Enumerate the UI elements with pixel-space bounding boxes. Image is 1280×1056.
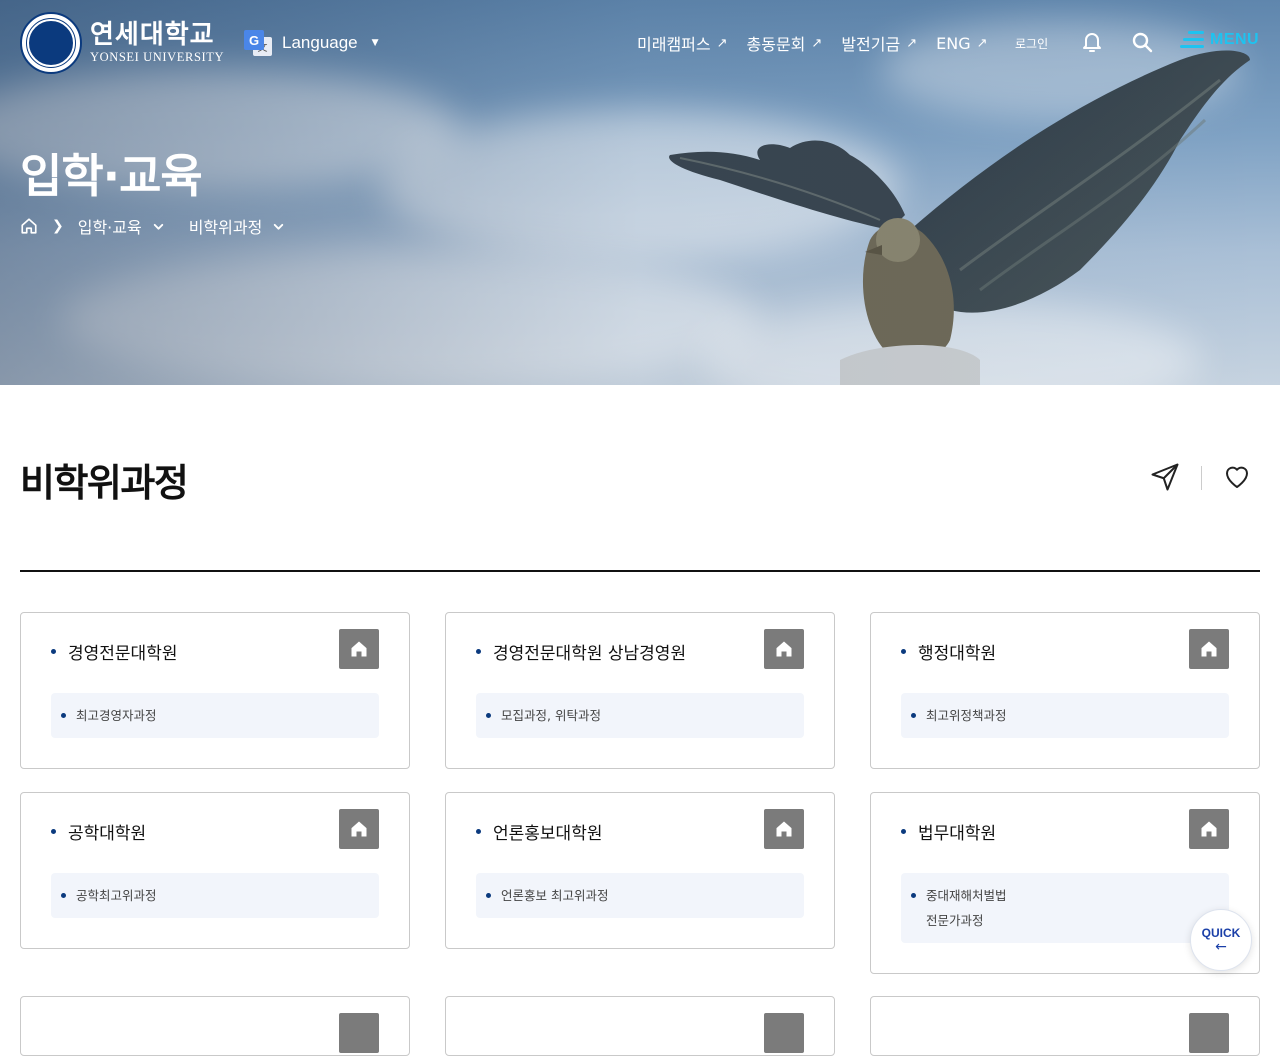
program-card-partial xyxy=(20,996,410,1056)
card-sublist: 언론홍보 최고위과정 xyxy=(476,873,804,918)
card-subitem-link[interactable]: 최고경영자과정 xyxy=(76,703,379,728)
card-title: 행정대학원 xyxy=(918,644,997,664)
card-title: 공학대학원 xyxy=(68,824,147,844)
login-link[interactable]: 로그인 xyxy=(1015,35,1048,52)
language-selector[interactable]: 文 G Language ▼ xyxy=(244,30,379,56)
card-subitem-link[interactable]: 언론홍보 최고위과정 xyxy=(501,883,804,908)
menu-button[interactable]: MENU xyxy=(1180,30,1259,50)
nav-link-english[interactable]: ENG ↗ xyxy=(936,34,987,53)
bullet-dot xyxy=(51,649,56,654)
home-icon xyxy=(351,821,367,837)
card-title: 경영전문대학원 상남경영원 xyxy=(493,644,687,664)
card-home-button[interactable] xyxy=(764,629,804,669)
home-icon xyxy=(776,641,792,657)
home-icon xyxy=(351,641,367,657)
bullet-dot xyxy=(901,829,906,834)
nav-link-future-campus[interactable]: 미래캠퍼스 ↗ xyxy=(637,31,728,55)
top-navigation: 미래캠퍼스 ↗ 총동문회 ↗ 발전기금 ↗ ENG ↗ xyxy=(637,31,1007,55)
heart-favorite-icon[interactable] xyxy=(1222,462,1252,492)
section-rule xyxy=(20,570,1260,572)
nav-link-alumni[interactable]: 총동문회 ↗ xyxy=(747,31,823,55)
program-card-communication: 언론홍보대학원 언론홍보 최고위과정 xyxy=(445,792,835,949)
program-card-sangnam: 경영전문대학원 상남경영원 모집과정, 위탁과정 xyxy=(445,612,835,769)
card-sublist: 공학최고위과정 xyxy=(51,873,379,918)
card-home-button[interactable] xyxy=(339,629,379,669)
bullet-dot xyxy=(476,829,481,834)
program-card-engineering: 공학대학원 공학최고위과정 xyxy=(20,792,410,949)
card-title: 언론홍보대학원 xyxy=(493,824,603,844)
bullet-dot xyxy=(476,649,481,654)
search-icon[interactable] xyxy=(1130,30,1154,54)
external-link-icon: ↗ xyxy=(811,35,823,51)
menu-label: MENU xyxy=(1210,31,1260,48)
card-home-button[interactable] xyxy=(339,1013,379,1053)
arrow-left-icon: ← xyxy=(1215,939,1227,955)
program-card-business: 경영전문대학원 최고경영자과정 xyxy=(20,612,410,769)
card-subitem-link[interactable]: 공학최고위과정 xyxy=(76,883,379,908)
program-card-public-admin: 행정대학원 최고위정책과정 xyxy=(870,612,1260,769)
chevron-right-icon: ❯ xyxy=(52,218,64,234)
card-home-button[interactable] xyxy=(764,809,804,849)
bullet-dot xyxy=(901,649,906,654)
breadcrumb-dropdown-non-degree[interactable]: 비학위과정 xyxy=(189,214,286,238)
home-icon xyxy=(1201,821,1217,837)
external-link-icon: ↗ xyxy=(716,35,728,51)
logo-korean-name: 연세대학교 xyxy=(90,20,215,50)
home-icon[interactable] xyxy=(20,217,38,235)
page-title: 비학위과정 xyxy=(20,461,189,505)
language-label: Language xyxy=(282,33,358,52)
chevron-down-icon xyxy=(153,223,163,230)
breadcrumb: ❯ 입학·교육 비학위과정 xyxy=(20,214,285,238)
card-title: 경영전문대학원 xyxy=(68,644,178,664)
external-link-icon: ↗ xyxy=(976,35,988,51)
bullet-dot xyxy=(51,829,56,834)
logo-english-name: YONSEI UNIVERSITY xyxy=(90,50,225,64)
card-home-button[interactable] xyxy=(1189,629,1229,669)
card-title: 법무대학원 xyxy=(918,824,997,844)
card-sublist: 최고경영자과정 xyxy=(51,693,379,738)
notification-bell-icon[interactable] xyxy=(1080,30,1104,54)
nav-link-development-fund[interactable]: 발전기금 ↗ xyxy=(841,31,917,55)
caret-down-icon: ▼ xyxy=(371,38,379,48)
google-translate-icon: 文 G xyxy=(244,30,272,56)
external-link-icon: ↗ xyxy=(906,35,918,51)
breadcrumb-dropdown-admission[interactable]: 입학·교육 xyxy=(78,214,165,238)
card-home-button[interactable] xyxy=(339,809,379,849)
icon-divider xyxy=(1201,466,1202,490)
card-sublist: 중대재해처벌법 전문가과정 xyxy=(901,873,1229,943)
card-subitem-link[interactable]: 중대재해처벌법 전문가과정 xyxy=(926,883,1229,933)
home-icon xyxy=(776,821,792,837)
card-sublist: 최고위정책과정 xyxy=(901,693,1229,738)
chevron-down-icon xyxy=(274,223,284,230)
share-send-icon[interactable] xyxy=(1150,462,1180,492)
program-card-partial xyxy=(870,996,1260,1056)
quick-label: QUICK xyxy=(1201,926,1241,940)
card-home-button[interactable] xyxy=(1189,1013,1229,1053)
quick-menu-button[interactable]: QUICK ← xyxy=(1190,909,1252,971)
card-subitem-link[interactable]: 모집과정, 위탁과정 xyxy=(501,703,804,728)
university-logo[interactable]: 연세대학교 YONSEI UNIVERSITY xyxy=(20,12,224,74)
hero-title: 입학·교육 xyxy=(20,149,203,203)
card-home-button[interactable] xyxy=(1189,809,1229,849)
card-home-button[interactable] xyxy=(764,1013,804,1053)
program-card-partial xyxy=(445,996,835,1056)
hamburger-icon xyxy=(1180,30,1204,50)
card-subitem-link[interactable]: 최고위정책과정 xyxy=(926,703,1229,728)
home-icon xyxy=(1201,641,1217,657)
card-sublist: 모집과정, 위탁과정 xyxy=(476,693,804,738)
university-seal-icon xyxy=(20,12,82,74)
